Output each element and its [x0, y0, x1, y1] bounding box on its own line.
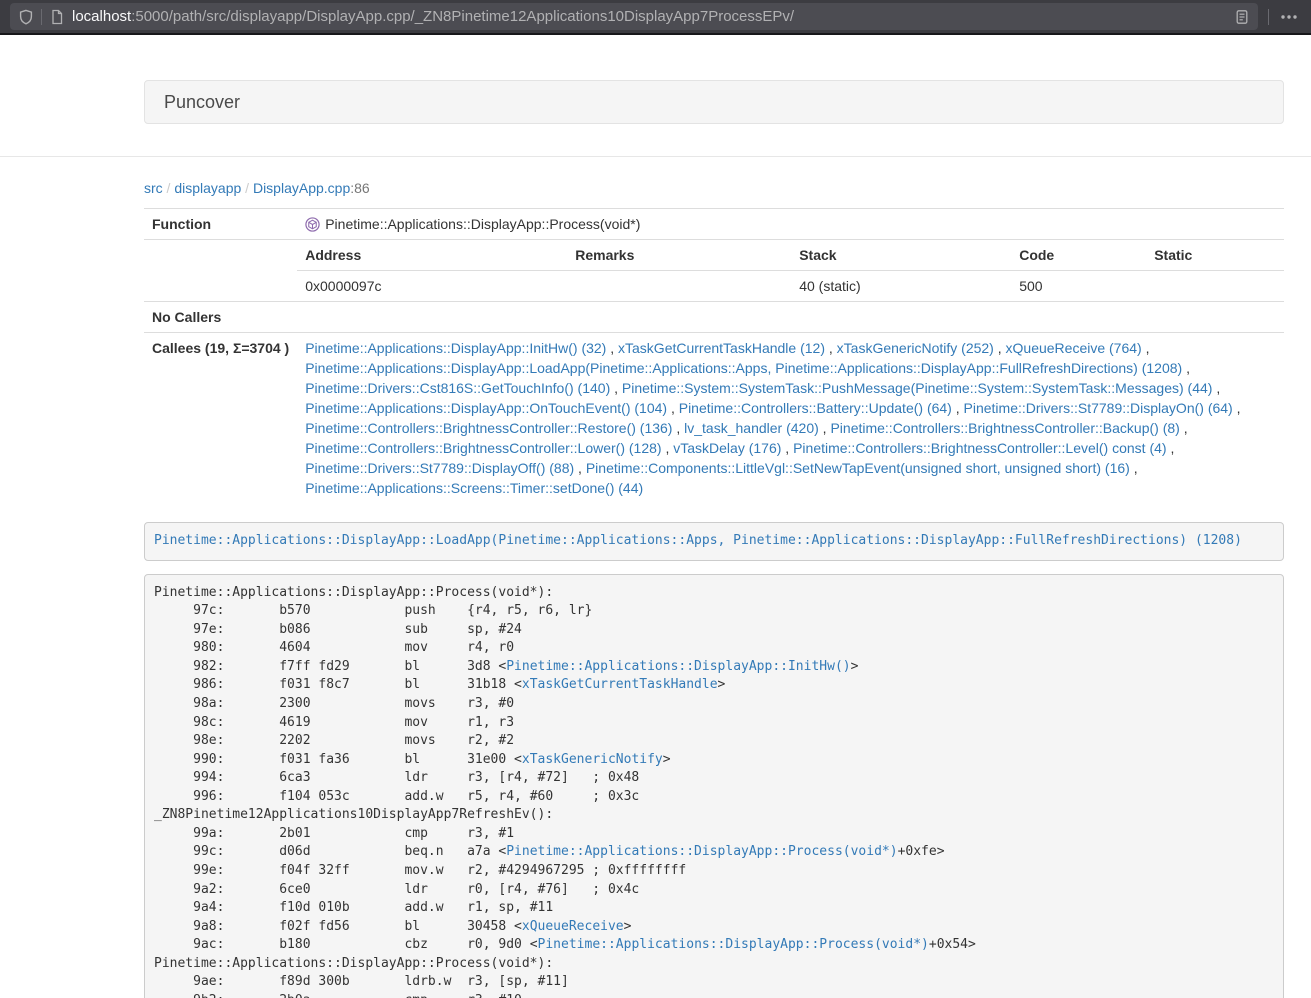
metrics-row-label — [144, 240, 297, 302]
more-options-icon[interactable] — [1279, 9, 1299, 25]
asm-symbol-link[interactable]: xTaskGenericNotify — [522, 752, 663, 767]
callee-link[interactable]: Pinetime::System::SystemTask::PushMessag… — [622, 380, 1213, 396]
page-title: Puncover — [164, 92, 240, 112]
callee-link[interactable]: Pinetime::Controllers::Battery::Update()… — [679, 400, 952, 416]
toolbar-separator — [1268, 9, 1269, 25]
asm-symbol-link[interactable]: Pinetime::Applications::DisplayApp::Init… — [506, 659, 850, 674]
col-header-remarks: Remarks — [567, 240, 791, 271]
callee-link[interactable]: Pinetime::Controllers::BrightnessControl… — [830, 420, 1179, 436]
url-path: :5000/path/src/displayapp/DisplayApp.cpp… — [131, 8, 794, 25]
callee-link[interactable]: xQueueReceive (764) — [1006, 340, 1142, 356]
metrics-table: Address Remarks Stack Code Static 0x0000… — [297, 240, 1284, 301]
asm-symbol-link[interactable]: Pinetime::Applications::DisplayApp::Proc… — [538, 937, 929, 952]
callee-link[interactable]: Pinetime::Controllers::BrightnessControl… — [305, 420, 672, 436]
function-cube-icon — [305, 217, 320, 232]
url-bar[interactable]: localhost:5000/path/src/displayapp/Displ… — [10, 3, 1258, 30]
col-header-static: Static — [1146, 240, 1284, 271]
callee-link[interactable]: xTaskGenericNotify (252) — [837, 340, 994, 356]
callees-list: Pinetime::Applications::DisplayApp::Init… — [297, 333, 1284, 504]
stack-value: 40 (static) — [791, 271, 1011, 302]
browser-toolbar: localhost:5000/path/src/displayapp/Displ… — [0, 0, 1311, 35]
asm-symbol-link[interactable]: xTaskGetCurrentTaskHandle — [522, 677, 718, 692]
callees-label: Callees (19, Σ=3704 ) — [144, 333, 297, 504]
app-header-panel: Puncover — [144, 80, 1284, 124]
function-row: Function Pinetime::Applications::Display… — [144, 209, 1284, 240]
col-header-address: Address — [297, 240, 567, 271]
no-callers-row: No Callers — [144, 302, 1284, 333]
url-host: localhost — [72, 8, 131, 25]
callee-link[interactable]: Pinetime::Applications::Screens::Timer::… — [305, 480, 643, 496]
callee-link[interactable]: vTaskDelay (176) — [673, 440, 781, 456]
callee-link[interactable]: Pinetime::Drivers::St7789::DisplayOn() (… — [964, 400, 1233, 416]
breadcrumb: src / displayapp / DisplayApp.cpp:86 — [144, 178, 1284, 198]
callee-link[interactable]: Pinetime::Drivers::St7789::DisplayOff() … — [305, 460, 574, 476]
remarks-value — [567, 271, 791, 302]
breadcrumb-link[interactable]: DisplayApp.cpp — [253, 180, 350, 196]
metrics-values-row: 0x0000097c 40 (static) 500 — [297, 271, 1284, 302]
symbol-table: Function Pinetime::Applications::Display… — [144, 208, 1284, 503]
page-icon — [49, 9, 65, 25]
callee-link[interactable]: Pinetime::Applications::DisplayApp::Load… — [305, 360, 1182, 376]
callee-link[interactable]: Pinetime::Applications::DisplayApp::Init… — [305, 340, 606, 356]
no-callers-label: No Callers — [144, 302, 297, 333]
function-name: Pinetime::Applications::DisplayApp::Proc… — [325, 216, 640, 232]
selected-callee-block: Pinetime::Applications::DisplayApp::Load… — [144, 522, 1284, 561]
callee-highlight-link[interactable]: Pinetime::Applications::DisplayApp::Load… — [154, 533, 1242, 548]
static-value — [1146, 271, 1284, 302]
callee-link[interactable]: Pinetime::Drivers::Cst816S::GetTouchInfo… — [305, 380, 610, 396]
asm-symbol-link[interactable]: xQueueReceive — [522, 919, 624, 934]
callee-link[interactable]: xTaskGetCurrentTaskHandle (12) — [618, 340, 825, 356]
breadcrumb-separator: / — [241, 180, 253, 196]
callee-link[interactable]: Pinetime::Controllers::BrightnessControl… — [305, 440, 661, 456]
breadcrumb-line-number: :86 — [350, 180, 369, 196]
address-value: 0x0000097c — [297, 271, 567, 302]
breadcrumb-link[interactable]: src — [144, 180, 163, 196]
callee-link[interactable]: lv_task_handler (420) — [684, 420, 819, 436]
assembly-listing: Pinetime::Applications::DisplayApp::Proc… — [144, 574, 1284, 998]
callee-link[interactable]: Pinetime::Controllers::BrightnessControl… — [793, 440, 1166, 456]
reader-mode-icon[interactable] — [1234, 9, 1250, 25]
breadcrumb-link[interactable]: displayapp — [174, 180, 241, 196]
metrics-row: Address Remarks Stack Code Static 0x0000… — [144, 240, 1284, 302]
col-header-code: Code — [1011, 240, 1146, 271]
col-header-stack: Stack — [791, 240, 1011, 271]
urlbar-separator — [41, 9, 42, 25]
asm-symbol-link[interactable]: Pinetime::Applications::DisplayApp::Proc… — [506, 844, 897, 859]
breadcrumb-separator: / — [163, 180, 175, 196]
url-text[interactable]: localhost:5000/path/src/displayapp/Displ… — [72, 8, 1234, 25]
code-value: 500 — [1011, 271, 1146, 302]
callees-row: Callees (19, Σ=3704 ) Pinetime::Applicat… — [144, 333, 1284, 504]
divider — [0, 156, 1311, 157]
function-row-label: Function — [144, 209, 297, 240]
callee-link[interactable]: Pinetime::Applications::DisplayApp::OnTo… — [305, 400, 667, 416]
callee-link[interactable]: Pinetime::Components::LittleVgl::SetNewT… — [586, 460, 1130, 476]
shield-icon[interactable] — [18, 9, 34, 25]
